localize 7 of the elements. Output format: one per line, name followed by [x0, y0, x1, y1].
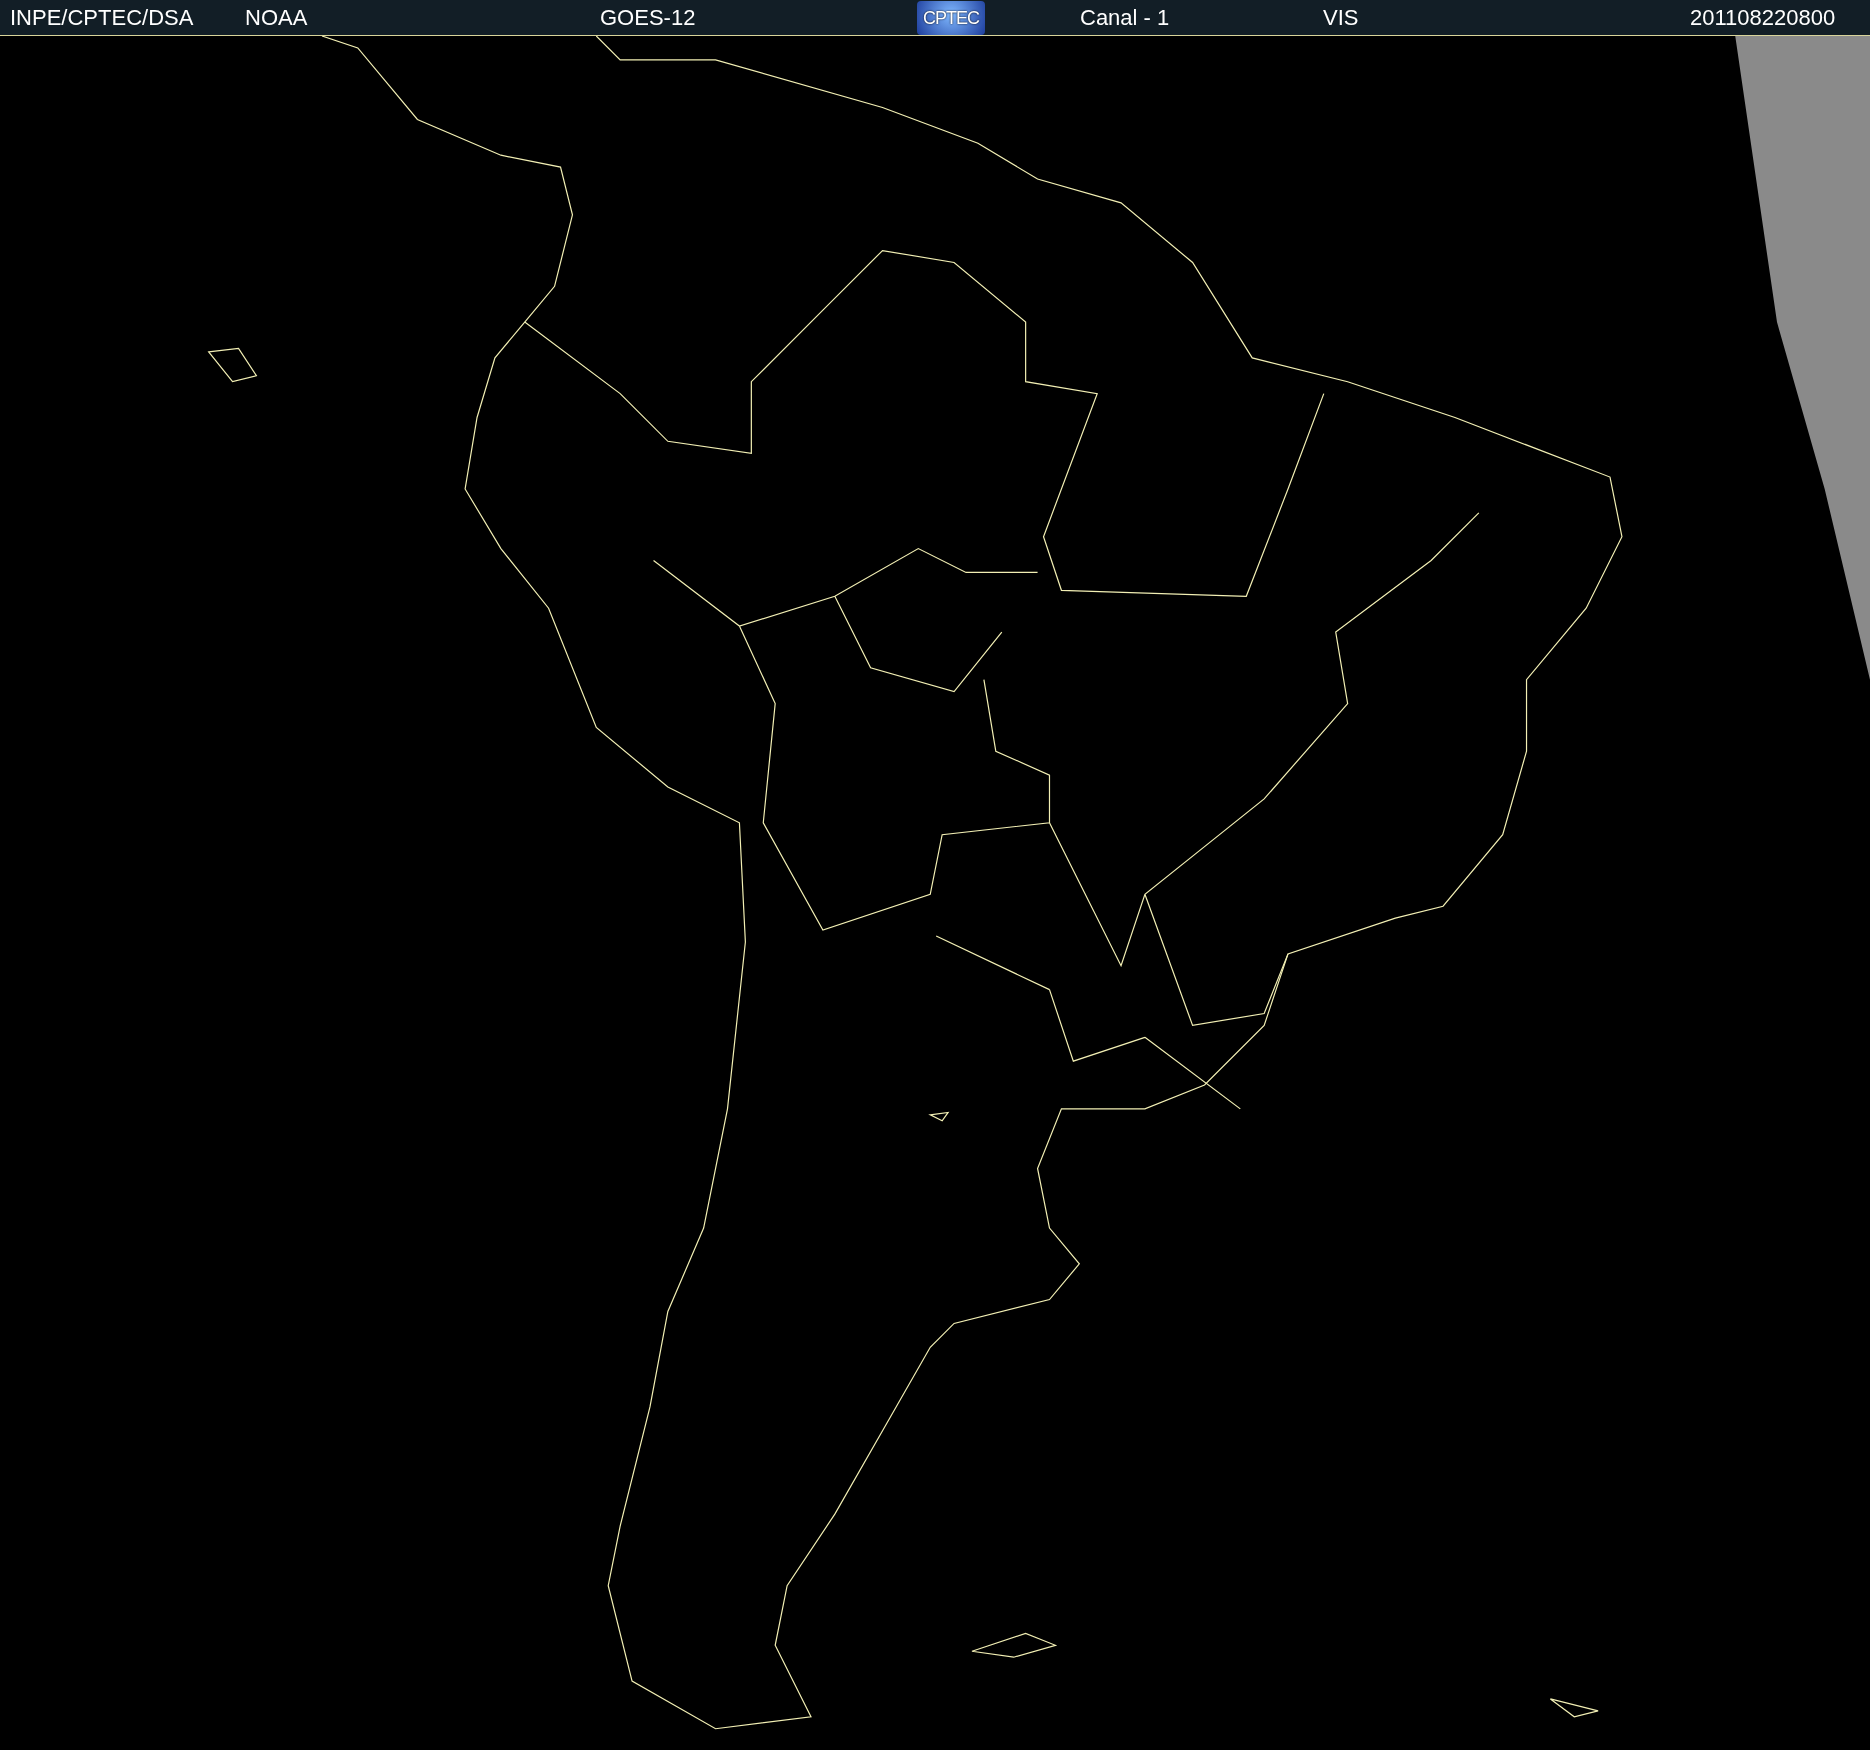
band-label: VIS [1323, 5, 1359, 30]
agency-label: NOAA [245, 5, 308, 30]
cptec-logo: CPTEC [917, 1, 985, 35]
source-label: INPE/CPTEC/DSA [10, 5, 194, 30]
satellite-label: GOES-12 [600, 5, 696, 30]
channel-label: Canal - 1 [1080, 5, 1170, 30]
timestamp-label: 201108220800 [1690, 5, 1836, 30]
